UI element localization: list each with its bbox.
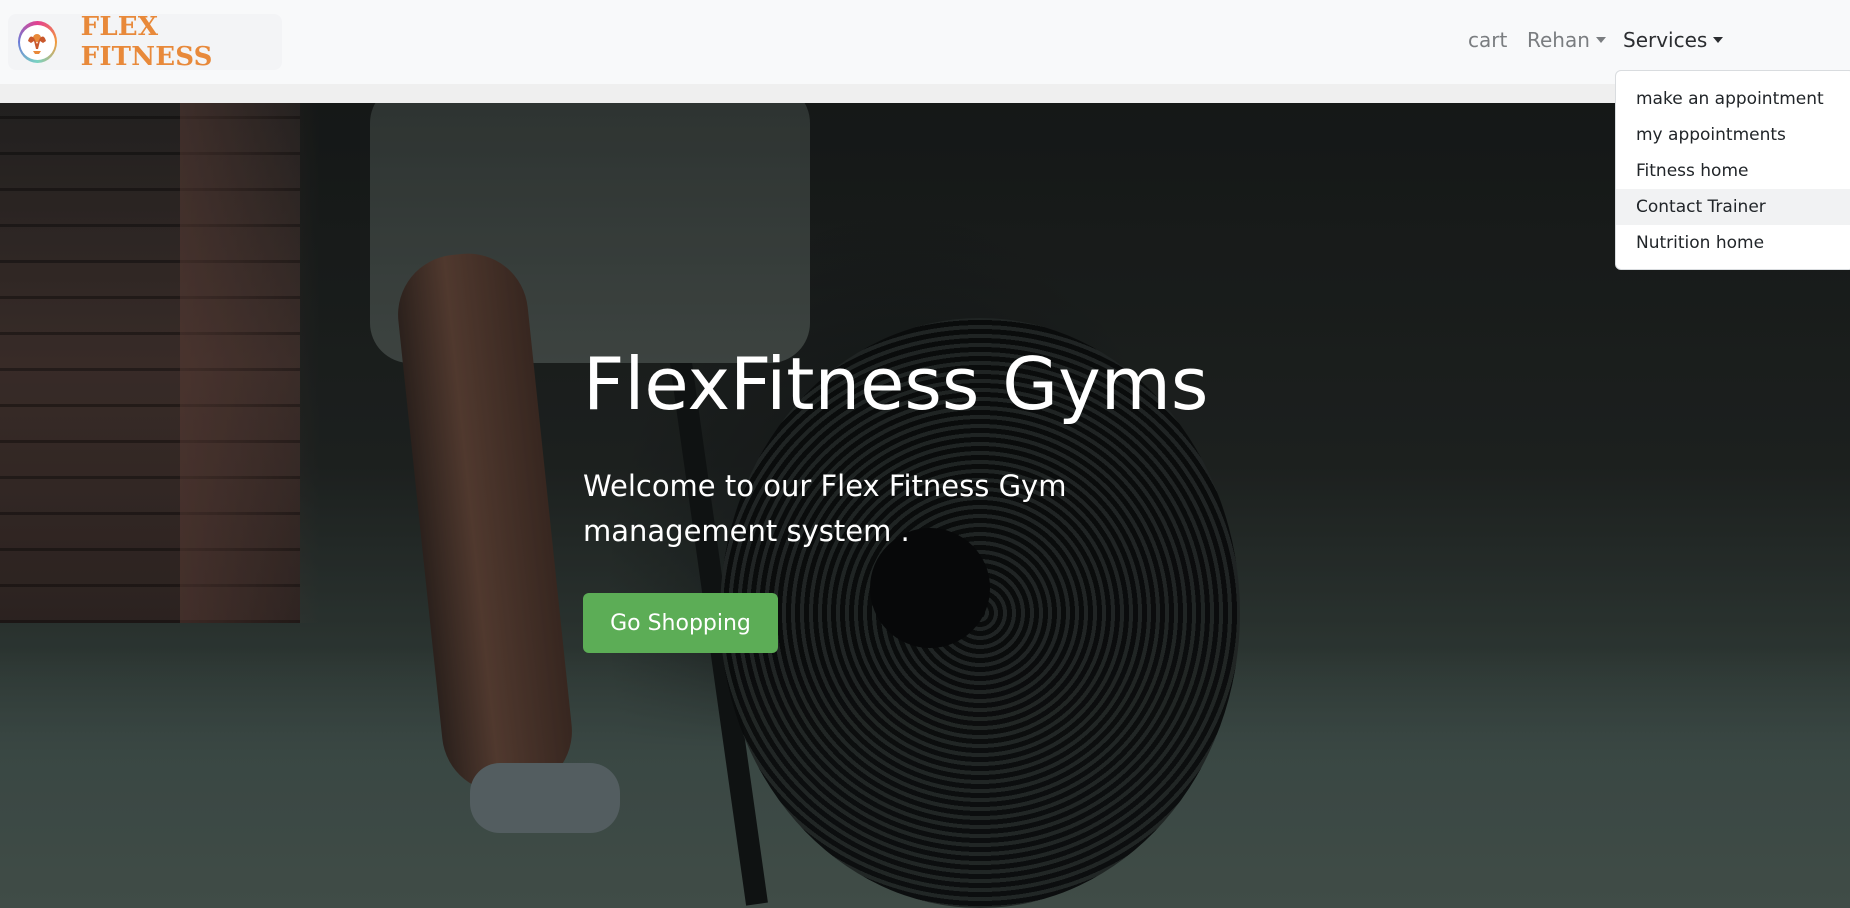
brand-link[interactable]: FLEX FITNESS [8, 12, 282, 72]
nav-user-dropdown[interactable]: Rehan [1527, 28, 1606, 52]
hero-subtitle: Welcome to our Flex Fitness Gym manageme… [583, 469, 1067, 548]
caret-down-icon [1595, 37, 1606, 43]
flexing-arm-logo-icon [18, 21, 57, 63]
go-shopping-button[interactable]: Go Shopping [583, 593, 778, 653]
top-navbar: FLEX FITNESS cart Rehan Services [0, 0, 1850, 84]
brand-name: FLEX FITNESS [80, 12, 213, 72]
menu-item-make-appointment[interactable]: make an appointment [1616, 81, 1850, 117]
services-dropdown-menu: make an appointment my appointments Fitn… [1615, 70, 1850, 270]
caret-down-icon [1713, 37, 1724, 43]
nav-cart-link[interactable]: cart [1468, 28, 1507, 52]
menu-item-my-appointments[interactable]: my appointments [1616, 117, 1850, 153]
hero-title: FlexFitness Gyms [583, 342, 1209, 426]
nav-user-label: Rehan [1527, 28, 1590, 52]
menu-item-nutrition-home[interactable]: Nutrition home [1616, 225, 1850, 261]
nav-services-dropdown[interactable]: Services [1623, 28, 1724, 52]
menu-item-contact-trainer[interactable]: Contact Trainer [1616, 189, 1850, 225]
nav-services-label: Services [1623, 28, 1708, 52]
menu-item-fitness-home[interactable]: Fitness home [1616, 153, 1850, 189]
